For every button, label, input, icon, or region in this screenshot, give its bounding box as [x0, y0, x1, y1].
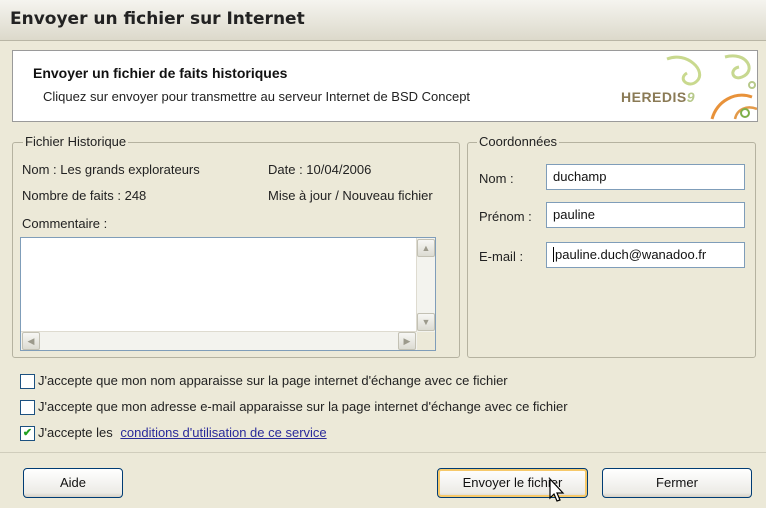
header-title: Envoyer un fichier de faits historiques — [33, 65, 288, 81]
conditions-link[interactable]: conditions d'utilisation de ce service — [120, 425, 326, 440]
email-field[interactable]: pauline.duch@wanadoo.fr — [546, 242, 745, 268]
accept-email-checkbox[interactable] — [20, 400, 35, 415]
button-bar: Aide Envoyer le fichier Fermer — [0, 452, 766, 508]
scroll-right-button[interactable]: ▶ — [398, 332, 416, 350]
prenom-label: Prénom : — [479, 209, 532, 224]
scroll-down-button[interactable]: ▼ — [417, 313, 435, 331]
nom-field[interactable]: duchamp — [546, 164, 745, 190]
title-bar[interactable]: Envoyer un fichier sur Internet — [0, 0, 766, 41]
logo-text: HEREDIS9 — [621, 89, 695, 105]
coordonnees-legend: Coordonnées — [477, 134, 560, 149]
vertical-scrollbar[interactable]: ▲ ▼ — [416, 238, 435, 332]
accept-email-label[interactable]: J'accepte que mon adresse e-mail apparai… — [38, 399, 568, 414]
commentaire-label: Commentaire : — [22, 216, 108, 231]
scrollbar-corner — [417, 332, 435, 350]
accept-conditions-label: J'accepte les conditions d'utilisation d… — [38, 425, 327, 440]
accept-name-label[interactable]: J'accepte que mon nom apparaisse sur la … — [38, 373, 508, 388]
accept-conditions-text[interactable]: J'accepte les — [38, 425, 113, 440]
dialog-header: Envoyer un fichier de faits historiques … — [12, 50, 758, 122]
logo-name: HEREDIS — [621, 89, 687, 105]
fichier-date: Date : 10/04/2006 — [268, 162, 372, 177]
scroll-up-button[interactable]: ▲ — [417, 239, 435, 257]
fichier-historique-legend: Fichier Historique — [23, 134, 129, 149]
accept-name-checkbox[interactable] — [20, 374, 35, 389]
header-subtitle: Cliquez sur envoyer pour transmettre au … — [43, 89, 471, 104]
window-title: Envoyer un fichier sur Internet — [10, 9, 305, 29]
mouse-pointer-icon — [549, 478, 565, 502]
fichier-historique-group: Fichier Historique Nom : Les grands expl… — [12, 134, 460, 358]
email-label: E-mail : — [479, 249, 524, 264]
email-value: pauline.duch@wanadoo.fr — [553, 247, 707, 262]
fermer-button[interactable]: Fermer — [602, 468, 752, 498]
commentaire-textarea[interactable]: ▲ ▼ ◀ ▶ — [20, 237, 436, 351]
horizontal-scrollbar[interactable]: ◀ ▶ — [21, 331, 417, 350]
aide-button[interactable]: Aide — [23, 468, 123, 498]
accept-conditions-checkbox[interactable]: ✔ — [20, 426, 35, 441]
logo-number: 9 — [686, 89, 696, 105]
scroll-left-button[interactable]: ◀ — [22, 332, 40, 350]
fichier-nombre-faits: Nombre de faits : 248 — [22, 188, 147, 203]
coordonnees-group: Coordonnées Nom : duchamp Prénom : pauli… — [467, 134, 756, 358]
prenom-field[interactable]: pauline — [546, 202, 745, 228]
nom-value: duchamp — [553, 169, 607, 184]
nom-label: Nom : — [479, 171, 514, 186]
fichier-mise-a-jour: Mise à jour / Nouveau fichier — [268, 188, 433, 203]
heredis-logo: HEREDIS9 — [607, 51, 758, 121]
logo-swirl-graphic — [666, 54, 758, 120]
prenom-value: pauline — [553, 207, 595, 222]
dialog-window: Envoyer un fichier sur Internet Envoyer … — [0, 0, 766, 508]
fichier-nom: Nom : Les grands explorateurs — [22, 162, 200, 177]
